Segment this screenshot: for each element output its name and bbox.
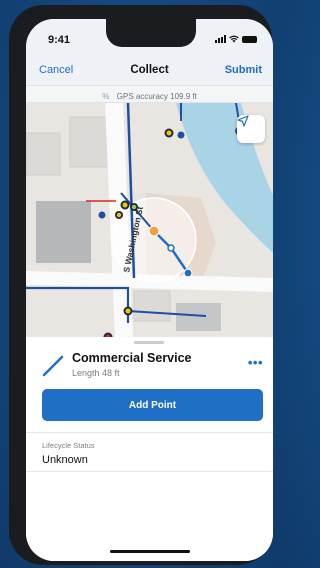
map-view[interactable]: S Washington St xyxy=(26,103,273,337)
signal-icon xyxy=(215,35,226,43)
sheet-handle[interactable] xyxy=(134,341,164,344)
map-canvas: S Washington St xyxy=(26,103,273,337)
add-point-button[interactable]: Add Point xyxy=(42,389,263,421)
submit-button[interactable]: Submit xyxy=(225,64,262,76)
locate-button[interactable] xyxy=(237,115,265,143)
status-icons xyxy=(215,35,257,43)
feature-sheet: Commercial Service Length 48 ft ••• Add … xyxy=(26,337,273,561)
location-marker xyxy=(148,225,160,237)
lifecycle-status-value[interactable]: Unknown xyxy=(42,454,88,466)
battery-icon xyxy=(242,35,257,43)
building xyxy=(26,132,61,176)
device-notch xyxy=(106,19,196,47)
location-signal-icon: % xyxy=(102,92,110,101)
building xyxy=(36,201,91,263)
building xyxy=(176,303,221,331)
phone-frame: 9:41 Cancel Collect Submit % GPS accurac… xyxy=(9,5,273,565)
divider xyxy=(26,432,273,433)
pipe-line xyxy=(26,286,130,323)
lifecycle-status-label: Lifecycle Status xyxy=(42,441,95,450)
vertex-handle[interactable] xyxy=(183,268,193,278)
building xyxy=(69,116,113,168)
line-feature-icon xyxy=(42,355,64,377)
home-indicator xyxy=(110,550,190,553)
nav-bar: Cancel Collect Submit xyxy=(26,59,273,85)
app-screen: 9:41 Cancel Collect Submit % GPS accurac… xyxy=(26,19,273,561)
divider xyxy=(26,471,273,472)
more-options-button[interactable]: ••• xyxy=(248,355,263,370)
wifi-icon xyxy=(229,35,239,43)
building xyxy=(133,290,171,322)
feature-title: Commercial Service xyxy=(72,351,192,365)
navigation-arrow-icon xyxy=(237,115,249,127)
gps-accuracy-text: GPS accuracy 109.9 ft xyxy=(116,92,197,101)
vertex-handle[interactable] xyxy=(167,244,175,252)
feature-length: Length 48 ft xyxy=(72,368,120,378)
status-time: 9:41 xyxy=(48,34,71,46)
gps-accuracy-bar: % GPS accuracy 109.9 ft xyxy=(26,85,273,103)
